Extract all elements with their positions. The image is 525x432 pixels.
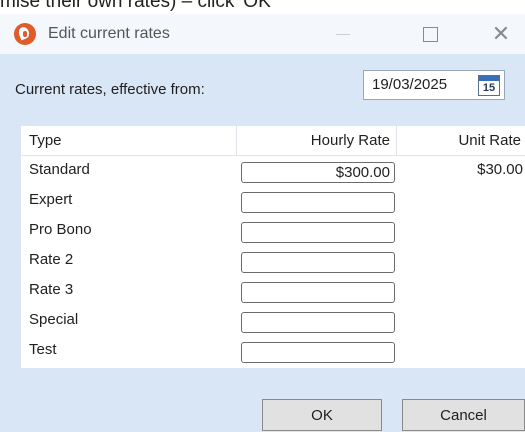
ok-button[interactable]: OK: [262, 399, 382, 431]
hourly-rate-input[interactable]: [241, 192, 395, 213]
calendar-icon[interactable]: 15: [478, 75, 500, 96]
table-row: Pro Bono: [21, 218, 525, 248]
effective-date-picker[interactable]: 19/03/2025 15: [363, 70, 505, 100]
rate-type-label: Rate 3: [29, 281, 74, 298]
unit-rate-value: $30.00: [477, 161, 523, 178]
close-icon: ✕: [491, 21, 511, 46]
table-row: Special: [21, 308, 525, 338]
maximize-button[interactable]: [407, 17, 453, 51]
table-row: Standard $30.00: [21, 158, 525, 188]
effective-date-label: Current rates, effective from:: [15, 81, 205, 98]
cancel-button[interactable]: Cancel: [402, 399, 525, 431]
effective-date-value[interactable]: 19/03/2025: [372, 75, 447, 95]
rate-type-label: Standard: [29, 161, 90, 178]
minimize-icon: [336, 33, 350, 35]
instruction-caption: mise their own rates) – click 'OK': [0, 0, 275, 12]
table-row: Expert: [21, 188, 525, 218]
rate-type-label: Pro Bono: [29, 221, 92, 238]
hourly-rate-input[interactable]: [241, 312, 395, 333]
hourly-rate-input[interactable]: [241, 222, 395, 243]
column-header-type[interactable]: Type: [21, 126, 237, 156]
window-title: Edit current rates: [48, 25, 170, 42]
hourly-rate-input[interactable]: [241, 162, 395, 183]
app-logo-icon: [14, 23, 36, 45]
calendar-day-number: 15: [482, 82, 496, 94]
title-bar: Edit current rates ✕: [0, 14, 525, 54]
hourly-rate-input[interactable]: [241, 282, 395, 303]
minimize-button[interactable]: [320, 17, 366, 51]
column-header-unit-rate[interactable]: Unit Rate: [397, 126, 525, 156]
column-header-hourly-rate[interactable]: Hourly Rate: [237, 126, 397, 156]
rate-type-label: Special: [29, 311, 79, 328]
rate-type-label: Expert: [29, 191, 73, 208]
maximize-icon: [422, 26, 438, 42]
close-button[interactable]: ✕: [478, 17, 524, 51]
table-row: Test: [21, 338, 525, 368]
hourly-rate-input[interactable]: [241, 252, 395, 273]
rates-table: Type Hourly Rate Unit Rate Standard $30.…: [21, 126, 525, 368]
table-row: Rate 3: [21, 278, 525, 308]
table-row: Rate 2: [21, 248, 525, 278]
rate-type-label: Rate 2: [29, 251, 74, 268]
rate-type-label: Test: [29, 341, 57, 358]
edit-rates-dialog: Edit current rates ✕ Current rates, effe…: [0, 14, 525, 432]
hourly-rate-input[interactable]: [241, 342, 395, 363]
